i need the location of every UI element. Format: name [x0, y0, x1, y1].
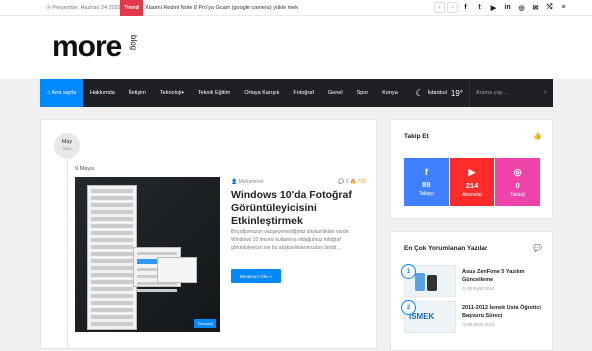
- nav-item-photo[interactable]: Fotoğraf: [286, 79, 320, 107]
- post-meta: 👤 Muhammet 💬 0 🔥 725: [231, 179, 366, 185]
- popular-post-item[interactable]: 1 Asus ZenFone 5 Yazılım Güncelleme ◷ 30…: [401, 264, 544, 301]
- post-author[interactable]: 👤 Muhammet: [231, 179, 264, 185]
- instagram-icon[interactable]: ◎: [518, 3, 525, 12]
- nav-item-tech-education[interactable]: Teknik Eğitim: [191, 79, 237, 107]
- category-badge[interactable]: Teknoloji: [194, 319, 216, 328]
- post-title[interactable]: Windows 10'da Fotoğraf Görüntüleyicisini…: [231, 189, 366, 228]
- youtube-icon[interactable]: ▶: [490, 3, 497, 12]
- ticker-next-button[interactable]: ›: [447, 2, 458, 13]
- context-menu-image: [87, 185, 137, 330]
- facebook-icon: f: [424, 167, 428, 177]
- follow-widget: Takip Et 👍 f 88 Takipçi ▶ 214 Abonelar ◎…: [390, 119, 553, 219]
- month-label: May: [61, 139, 73, 145]
- search-input[interactable]: Arama yap ... ⌕: [469, 79, 553, 107]
- current-date: ◷ Perşembe, Haziran 24 2021: [46, 5, 121, 11]
- main-navigation: ⌂ Ana sayfa Hakkımda İletişim Teknoloji …: [40, 79, 553, 107]
- search-icon[interactable]: ⌕: [544, 90, 547, 97]
- facebook-icon[interactable]: f: [462, 3, 469, 12]
- post-comments[interactable]: 💬 0: [338, 179, 348, 185]
- logo-sub-text: blog: [129, 35, 138, 51]
- year-label: 2020: [62, 146, 72, 151]
- site-header: more blog: [0, 16, 592, 79]
- timeline-line: [67, 159, 68, 349]
- nav-item-sport[interactable]: Spor: [350, 79, 376, 107]
- facebook-count: 88: [422, 180, 431, 189]
- youtube-follow-box[interactable]: ▶ 214 Abonelar: [449, 158, 495, 206]
- popular-post-title[interactable]: Asus ZenFone 5 Yazılım Güncelleme: [462, 268, 548, 284]
- mail-icon[interactable]: ✉: [532, 3, 539, 12]
- ticker-prev-button[interactable]: ‹: [434, 2, 445, 13]
- month-bubble: May 2020: [54, 133, 80, 159]
- rank-badge: 2: [401, 300, 416, 315]
- youtube-label: Abonelar: [462, 191, 483, 198]
- nav-item-home[interactable]: ⌂ Ana sayfa: [40, 79, 84, 107]
- nav-item-konya[interactable]: Konya: [375, 79, 405, 107]
- top-bar: ◷ Perşembe, Haziran 24 2021 Trend Xiaomi…: [0, 0, 592, 16]
- sidebar-toggle-icon[interactable]: ≡: [560, 3, 567, 12]
- logo-main-text: more: [52, 30, 122, 63]
- weather-temp: 19°: [450, 88, 463, 98]
- site-logo[interactable]: more blog: [52, 30, 138, 64]
- popular-post-title[interactable]: 2011-2012 İsmek Usta Öğretici Başvuru Sü…: [462, 304, 548, 320]
- moon-icon: ☾: [415, 87, 424, 98]
- popular-post-item[interactable]: İSMEK 2 2011-2012 İsmek Usta Öğretici Ba…: [401, 300, 544, 337]
- popular-title: En Çok Yorumlanan Yazılar: [404, 245, 488, 252]
- post-timeline: May 2020 9 Mayıs Teknoloji 👤 Muhammet 💬 …: [40, 119, 377, 349]
- instagram-follow-box[interactable]: ◎ 0 Takipçi: [495, 158, 541, 206]
- youtube-count: 214: [465, 180, 479, 190]
- instagram-icon: ◎: [513, 166, 522, 177]
- search-placeholder: Arama yap ...: [476, 90, 509, 96]
- nav-item-about[interactable]: Hakkımda: [83, 79, 122, 107]
- read-more-button[interactable]: Devamını Oku »: [231, 269, 281, 283]
- facebook-follow-box[interactable]: f 88 Takipçi: [404, 158, 449, 206]
- instagram-count: 0: [515, 180, 520, 190]
- rank-badge: 1: [401, 264, 416, 279]
- instagram-label: Takipçi: [510, 191, 526, 198]
- post-excerpt: Birçoğumuzun vazgeçemediğimiz alışkanlık…: [231, 229, 350, 251]
- random-icon[interactable]: ⤭: [546, 3, 553, 12]
- popular-posts-widget: En Çok Yorumlanan Yazılar 💬 1 Asus ZenFo…: [390, 231, 553, 351]
- popular-post-date: ◷ 09 Ekim 2011: [462, 322, 495, 327]
- post-thumbnail[interactable]: Teknoloji: [75, 177, 220, 332]
- facebook-label: Takipçi: [418, 191, 434, 197]
- twitter-icon[interactable]: t: [476, 3, 483, 12]
- follow-title: Takip Et: [404, 133, 429, 140]
- weather-widget: ☾ İstanbul 19°: [410, 88, 469, 99]
- nav-item-mixed[interactable]: Ortaya Karışık: [237, 79, 286, 107]
- nav-item-contact[interactable]: İletişim: [122, 79, 153, 107]
- comments-icon: 💬: [533, 245, 542, 252]
- thumbs-up-icon: 👍: [533, 133, 542, 140]
- youtube-icon: ▶: [468, 166, 476, 177]
- trend-ticker-link[interactable]: Xiaomi Redmi Note 8 Pro'ya Gcam (google …: [145, 5, 298, 11]
- post-views: 🔥 725: [350, 179, 366, 185]
- popular-post-date: ◷ 30 Eylül 2014: [462, 286, 495, 291]
- day-label: 9 Mayıs: [75, 166, 95, 172]
- weather-city: İstanbul: [427, 90, 447, 96]
- trend-badge: Trend: [120, 0, 143, 16]
- nav-item-general[interactable]: Genel: [321, 79, 350, 107]
- linkedin-icon[interactable]: in: [504, 3, 511, 12]
- nav-item-technology[interactable]: Teknoloji: [153, 79, 191, 107]
